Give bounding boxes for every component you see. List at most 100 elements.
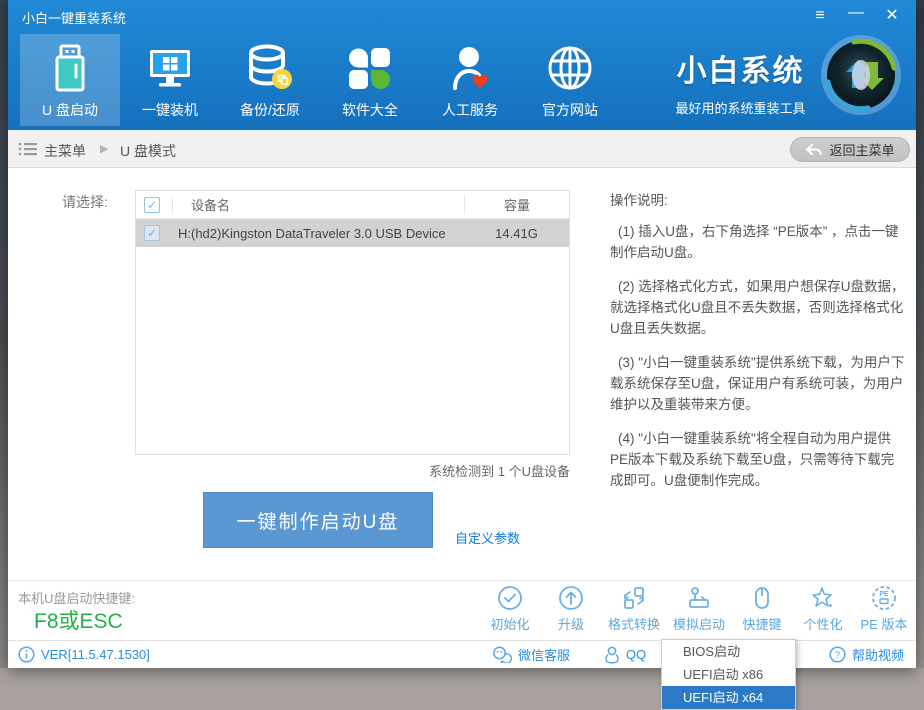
qq-penguin-icon (604, 646, 620, 664)
menu-item-bios-boot[interactable]: BIOS启动 (662, 640, 795, 663)
breadcrumb-arrow-icon: ▶ (100, 142, 108, 155)
main-nav: U 盘启动 (20, 34, 620, 126)
tool-pe-version[interactable]: PE PE 版本 (860, 585, 908, 633)
instructions-panel: 操作说明: (1) 插入U盘，右下角选择 “PE版本” ，点击一键制作启动U盘。… (610, 190, 906, 504)
upgrade-arrow-icon (558, 585, 584, 611)
apps-grid-icon (344, 42, 396, 94)
version-info: VER[11.5.47.1530] (18, 641, 150, 668)
device-name-cell: H:(hd2)Kingston DataTraveler 3.0 USB Dev… (160, 226, 464, 241)
custom-params-link[interactable]: 自定义参数 (455, 528, 520, 547)
device-table-header: ✓ 设备名 容量 (136, 191, 569, 219)
recycle-arrows-logo (818, 32, 904, 118)
info-icon (18, 646, 35, 663)
nav-label: 软件大全 (342, 100, 398, 120)
brand-tagline: 最好用的系统重装工具 (663, 98, 818, 117)
nav-label: 备份/还原 (240, 100, 300, 120)
globe-icon (544, 42, 596, 94)
usb-toolbar: 初始化 升级 格式转换 (486, 585, 908, 633)
version-text: VER[11.5.47.1530] (41, 647, 150, 662)
make-boot-usb-button[interactable]: 一键制作启动U盘 (203, 492, 433, 548)
tool-label: 个性化 (803, 614, 842, 633)
instruction-step: (2) 选择格式化方式，如果用户想保存U盘数据，就选择格式化U盘且不丢失数据，否… (610, 276, 906, 339)
back-arrow-icon (805, 144, 822, 156)
nav-label: 官方网站 (542, 100, 598, 120)
hotkey-keys: F8或ESC (34, 605, 123, 635)
mouse-icon (749, 585, 775, 611)
tool-label: 快捷键 (742, 614, 781, 633)
usb-drive-icon (44, 42, 96, 94)
desktop-background: 小白一键重装系统 ≡ — ✕ (0, 0, 924, 710)
close-icon[interactable]: ✕ (882, 6, 902, 26)
nav-item-support[interactable]: 人工服务 (420, 34, 520, 126)
column-device-name: 设备名 (173, 195, 464, 214)
nav-item-official-site[interactable]: 官方网站 (520, 34, 620, 126)
pe-version-icon: PE (871, 585, 897, 611)
check-circle-icon (497, 585, 523, 611)
desktop-edge-right (916, 0, 924, 668)
instruction-step: (3) "小白一键重装系统"提供系统下载，为用户下载系统保存至U盘，保证用户有系… (610, 352, 906, 415)
wechat-label: 微信客服 (518, 645, 570, 664)
tool-personalize[interactable]: 个性化 (799, 585, 847, 633)
svg-text:?: ? (835, 650, 840, 660)
capacity-cell: 14.41G (464, 226, 569, 241)
tool-label: 初始化 (490, 614, 529, 633)
menu-item-uefi-x86[interactable]: UEFI启动 x86 (662, 663, 795, 686)
help-label: 帮助视频 (852, 645, 904, 664)
brand-name: 小白系统 (663, 46, 818, 90)
format-convert-icon (621, 585, 647, 611)
menu-item-uefi-x64[interactable]: UEFI启动 x64 (662, 686, 795, 709)
minimize-icon[interactable]: — (846, 6, 866, 26)
tool-upgrade[interactable]: 升级 (547, 585, 595, 633)
app-header: 小白一键重装系统 ≡ — ✕ (8, 0, 916, 130)
nav-item-software-center[interactable]: 软件大全 (320, 34, 420, 126)
tool-label: 模拟启动 (673, 614, 725, 633)
monitor-icon (144, 42, 196, 94)
list-menu-icon (18, 141, 38, 157)
desktop-edge-left (0, 0, 8, 668)
row-checkbox[interactable]: ✓ (144, 225, 160, 241)
sparkle-icon (810, 585, 836, 611)
brand-block: 小白系统 最好用的系统重装工具 (663, 46, 818, 117)
support-person-icon (444, 42, 496, 94)
boot-mode-menu: BIOS启动 UEFI启动 x86 UEFI启动 x64 (661, 639, 796, 710)
database-backup-icon (244, 42, 296, 94)
nav-label: U 盘启动 (42, 100, 98, 120)
joystick-icon (686, 585, 712, 611)
qq-label: QQ (626, 647, 646, 662)
select-all-checkbox[interactable]: ✓ (144, 197, 160, 213)
wechat-icon (492, 646, 512, 663)
instruction-step: (4) "小白一键重装系统"将全程自动为用户提供PE版本下载及系统下载至U盘，只… (610, 428, 906, 491)
instruction-step: (1) 插入U盘，右下角选择 “PE版本” ，点击一键制作启动U盘。 (610, 221, 906, 263)
column-capacity: 容量 (464, 195, 569, 214)
tool-initialize[interactable]: 初始化 (486, 585, 534, 633)
tool-label: 升级 (558, 614, 584, 633)
tool-hotkey[interactable]: 快捷键 (738, 585, 786, 633)
wechat-support-link[interactable]: 微信客服 (492, 641, 570, 668)
svg-text:PE: PE (879, 591, 889, 598)
help-video-link[interactable]: ? 帮助视频 (829, 641, 904, 668)
tool-simulate-boot[interactable]: 模拟启动 (673, 585, 725, 633)
nav-item-backup-restore[interactable]: 备份/还原 (220, 34, 320, 126)
back-button-label: 返回主菜单 (829, 140, 894, 159)
question-icon: ? (829, 646, 846, 663)
app-window: 小白一键重装系统 ≡ — ✕ (8, 0, 916, 668)
window-title: 小白一键重装系统 (22, 8, 126, 27)
qq-support-link[interactable]: QQ (604, 641, 646, 668)
window-controls: ≡ — ✕ (810, 6, 902, 26)
menu-icon[interactable]: ≡ (810, 6, 830, 26)
breadcrumb: 主菜单 ▶ U 盘模式 返回主菜单 (8, 130, 916, 168)
breadcrumb-current: U 盘模式 (120, 141, 176, 161)
tool-label: 格式转换 (608, 614, 660, 633)
nav-label: 人工服务 (442, 100, 498, 120)
table-row[interactable]: ✓ H:(hd2)Kingston DataTraveler 3.0 USB D… (136, 219, 569, 247)
select-prompt-label: 请选择: (62, 192, 108, 212)
breadcrumb-main-menu[interactable]: 主菜单 (44, 141, 86, 161)
instructions-title: 操作说明: (610, 190, 906, 211)
back-to-main-menu-button[interactable]: 返回主菜单 (790, 137, 910, 162)
tool-format-convert[interactable]: 格式转换 (608, 585, 660, 633)
usb-detect-summary: 系统检测到 1 个U盘设备 (135, 461, 570, 480)
nav-item-one-key-install[interactable]: 一键装机 (120, 34, 220, 126)
device-table: ✓ 设备名 容量 ✓ H:(hd2)Kingston DataTraveler … (135, 190, 570, 455)
nav-item-usb-boot[interactable]: U 盘启动 (20, 34, 120, 126)
bottom-bar: 本机U盘启动快捷键: F8或ESC 初始化 升级 (8, 580, 916, 640)
